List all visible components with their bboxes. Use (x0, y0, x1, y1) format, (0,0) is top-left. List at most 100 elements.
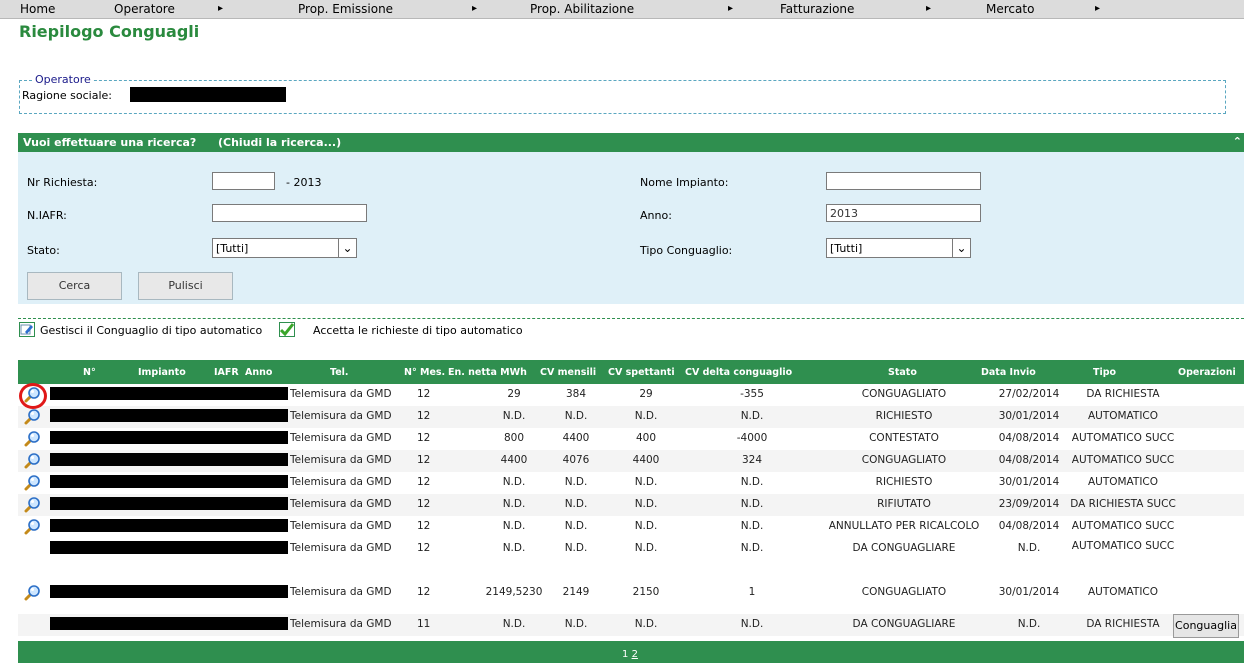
gestisci-conguaglio-link[interactable]: Gestisci il Conguaglio di tipo automatic… (40, 324, 262, 337)
row-cv-delta: -4000 (736, 432, 768, 444)
magnifier-icon[interactable] (23, 386, 41, 404)
col-en-netta[interactable]: En. netta MWh (448, 367, 527, 378)
row-data-invio: 30/01/2014 (998, 476, 1060, 488)
operatore-legend: Operatore (33, 73, 93, 86)
row-data-invio: 04/08/2014 (998, 454, 1060, 466)
menu-arrow-icon: ▸ (926, 3, 932, 14)
magnifier-icon[interactable] (23, 408, 41, 426)
redacted-impianto (50, 497, 288, 510)
search-question: Vuoi effettuare una ricerca? (23, 136, 197, 149)
magnifier-icon[interactable] (23, 452, 41, 470)
row-cv-spettanti: 29 (639, 388, 653, 400)
col-n[interactable]: N° (83, 367, 96, 378)
row-cv-mensili: 384 (565, 388, 587, 400)
double-chevron-up-icon[interactable]: ⌃ (1233, 135, 1242, 148)
menu-prop-emissione[interactable]: Prop. Emissione (298, 2, 393, 16)
row-tel: Telemisura da GMD (290, 476, 392, 488)
row-stato: CONGUAGLIATO (861, 388, 947, 400)
col-iafr[interactable]: IAFR (214, 367, 239, 378)
menu-home[interactable]: Home (20, 2, 55, 16)
table-row: Telemisura da GMD 12 N.D. N.D. N.D. N.D. RICHI… (18, 472, 1244, 494)
magnifier-icon[interactable] (23, 584, 41, 602)
checkmark-icon[interactable] (279, 322, 295, 337)
anno-input[interactable] (826, 204, 981, 222)
cerca-button[interactable]: Cerca (27, 272, 122, 300)
col-cv-delta[interactable]: CV delta conguaglio (685, 367, 792, 378)
row-cv-mensili: N.D. (564, 410, 588, 422)
row-tel: Telemisura da GMD (290, 388, 392, 400)
row-cv-delta: 324 (741, 454, 763, 466)
row-data-invio: 04/08/2014 (998, 520, 1060, 532)
row-en-netta: 800 (503, 432, 525, 444)
row-tipo: DA RICHIESTA SUCC (1070, 498, 1176, 510)
ragione-sociale-label: Ragione sociale: (22, 89, 112, 102)
row-data-invio: 23/09/2014 (998, 498, 1060, 510)
row-tipo: AUTOMATICO SUCC (1071, 454, 1175, 466)
row-cv-mensili: N.D. (564, 476, 588, 488)
stato-select[interactable]: [Tutti] ⌄ (212, 238, 357, 258)
row-tipo: AUTOMATICO SUCC (1071, 540, 1175, 552)
table-row: Telemisura da GMD 12 N.D. N.D. N.D. N.D. DA CO… (18, 538, 1244, 582)
row-cv-spettanti: 4400 (632, 454, 660, 466)
conguaglia-button[interactable]: Conguaglia (1173, 614, 1239, 638)
col-stato[interactable]: Stato (888, 367, 917, 378)
magnifier-icon[interactable] (23, 518, 41, 536)
edit-icon[interactable] (19, 322, 35, 337)
table-footer: 1 2 (18, 641, 1244, 663)
redacted-impianto (50, 431, 288, 444)
magnifier-icon[interactable] (23, 496, 41, 514)
row-cv-spettanti: N.D. (634, 520, 658, 532)
search-header: Vuoi effettuare una ricerca? (Chiudi la … (18, 133, 1244, 152)
col-cv-mensili[interactable]: CV mensili (540, 367, 596, 378)
col-cv-spettanti[interactable]: CV spettanti (608, 367, 675, 378)
redacted-impianto (50, 585, 288, 598)
row-data-invio: 30/01/2014 (998, 410, 1060, 422)
row-cv-delta: N.D. (740, 542, 764, 554)
row-stato: CONTESTATO (869, 432, 939, 444)
row-cv-delta: N.D. (740, 476, 764, 488)
menu-operatore[interactable]: Operatore (114, 2, 175, 16)
col-mes[interactable]: N° Mes. (404, 367, 445, 378)
redacted-impianto (50, 453, 288, 466)
row-en-netta: N.D. (502, 410, 526, 422)
row-cv-spettanti: 2150 (632, 586, 660, 598)
menu-prop-abilitazione[interactable]: Prop. Abilitazione (530, 2, 634, 16)
row-cv-spettanti: N.D. (634, 498, 658, 510)
col-impianto[interactable]: Impianto (138, 367, 186, 378)
table-row: Telemisura da GMD 12 29 384 29 -355 CONGUAGLIA… (18, 384, 1244, 406)
row-tipo: AUTOMATICO (1087, 586, 1159, 598)
col-tipo[interactable]: Tipo (1093, 367, 1116, 378)
row-mes: 12 (417, 454, 431, 466)
row-cv-delta: N.D. (740, 498, 764, 510)
row-mes: 12 (417, 520, 431, 532)
tipo-conguaglio-select[interactable]: [Tutti] ⌄ (826, 238, 971, 258)
table-row: Telemisura da GMD 12 N.D. N.D. N.D. N.D. RIFIU… (18, 494, 1244, 516)
row-cv-mensili: N.D. (564, 618, 588, 630)
menu-mercato[interactable]: Mercato (986, 2, 1034, 16)
row-mes: 12 (417, 388, 431, 400)
chevron-down-icon[interactable]: ⌄ (338, 239, 356, 257)
nr-richiesta-input[interactable] (212, 172, 275, 190)
row-cv-spettanti: N.D. (634, 476, 658, 488)
chevron-down-icon[interactable]: ⌄ (952, 239, 970, 257)
col-data-invio[interactable]: Data Invio (981, 367, 1036, 378)
menu-arrow-icon: ▸ (218, 3, 224, 14)
row-stato: RICHIESTO (875, 476, 933, 488)
table-row: Telemisura da GMD 12 N.D. N.D. N.D. N.D. ANNUL… (18, 516, 1244, 538)
col-tel[interactable]: Tel. (330, 367, 349, 378)
stato-select-value: [Tutti] (216, 242, 249, 255)
pulisci-button[interactable]: Pulisci (138, 272, 233, 300)
row-tipo: AUTOMATICO SUCC (1071, 520, 1175, 532)
row-tipo: AUTOMATICO SUCC (1071, 432, 1175, 444)
row-en-netta: N.D. (502, 476, 526, 488)
magnifier-icon[interactable] (23, 430, 41, 448)
menu-fatturazione[interactable]: Fatturazione (780, 2, 854, 16)
col-anno[interactable]: Anno (245, 367, 272, 378)
accetta-richieste-link[interactable]: Accetta le richieste di tipo automatico (313, 324, 523, 337)
iafr-input[interactable] (212, 204, 367, 222)
magnifier-icon[interactable] (23, 474, 41, 492)
page-2-link[interactable]: 2 (632, 649, 638, 660)
page-1-link[interactable]: 1 (622, 649, 628, 660)
nome-impianto-input[interactable] (826, 172, 981, 190)
close-search-link[interactable]: (Chiudi la ricerca...) (218, 136, 341, 149)
